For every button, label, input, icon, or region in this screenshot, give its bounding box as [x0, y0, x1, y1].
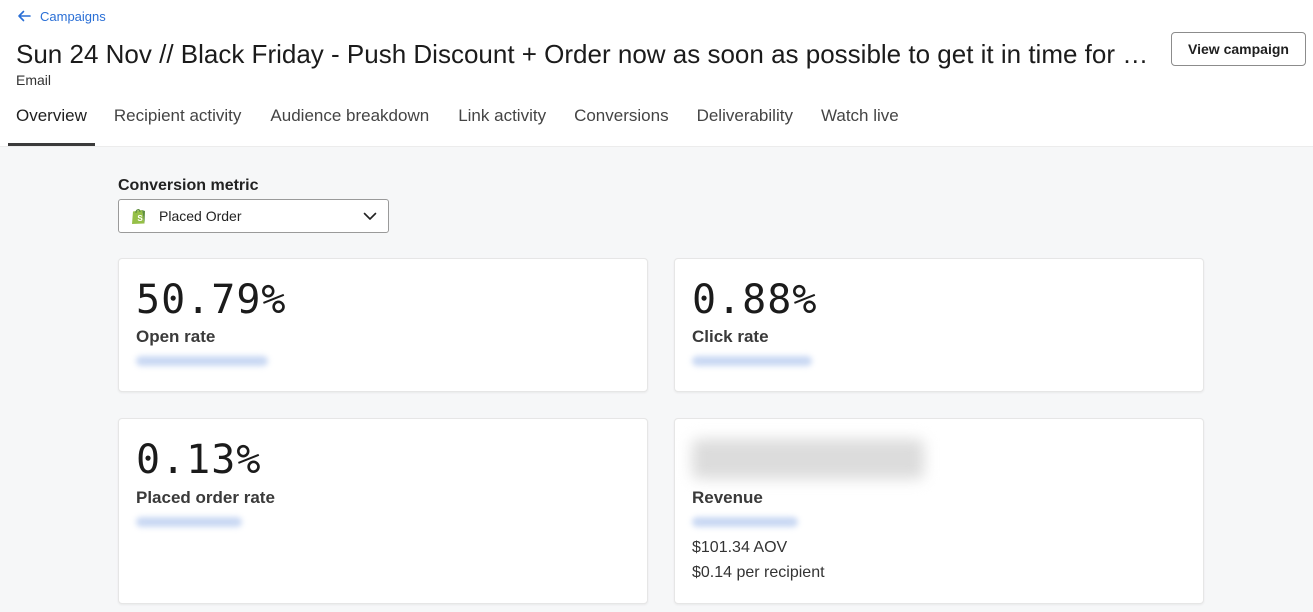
view-campaign-button[interactable]: View campaign	[1171, 32, 1306, 66]
tab-bar: Overview Recipient activity Audience bre…	[0, 100, 899, 146]
conversion-metric-value: Placed Order	[159, 208, 242, 224]
back-to-campaigns-link[interactable]: Campaigns	[16, 7, 106, 25]
redacted-detail	[692, 356, 812, 366]
conversion-metric-label: Conversion metric	[118, 177, 259, 194]
revenue-per-recipient-text: $0.14 per recipient	[692, 564, 825, 581]
aov-text: $101.34 AOV	[692, 539, 788, 556]
tab-overview[interactable]: Overview	[8, 100, 95, 146]
back-link-label[interactable]: Campaigns	[40, 9, 106, 24]
click-rate-value: 0.88%	[692, 277, 818, 323]
redacted-detail	[136, 356, 268, 366]
page-title: Sun 24 Nov // Black Friday - Push Discou…	[16, 39, 1156, 69]
tab-link-activity[interactable]: Link activity	[458, 100, 546, 146]
chevron-down-icon	[363, 212, 377, 220]
click-rate-label: Click rate	[692, 327, 769, 346]
svg-text:S: S	[137, 214, 143, 223]
open-rate-label: Open rate	[136, 327, 216, 346]
placed-order-rate-value: 0.13%	[136, 437, 262, 483]
redacted-revenue-value	[692, 439, 924, 479]
click-rate-card: 0.88% Click rate	[674, 258, 1204, 392]
page-header: Campaigns Sun 24 Nov // Black Friday - P…	[0, 0, 1313, 146]
tab-audience-breakdown[interactable]: Audience breakdown	[270, 100, 429, 146]
redacted-detail	[136, 517, 242, 527]
overview-content: Conversion metric S Placed Order 50.79% …	[0, 146, 1313, 612]
open-rate-value: 50.79%	[136, 277, 287, 323]
placed-order-rate-card: 0.13% Placed order rate	[118, 418, 648, 604]
campaign-channel: Email	[16, 72, 52, 88]
revenue-card: Revenue $101.34 AOV $0.14 per recipient	[674, 418, 1204, 604]
tab-deliverability[interactable]: Deliverability	[697, 100, 793, 146]
tab-watch-live[interactable]: Watch live	[821, 100, 899, 146]
arrow-left-icon	[18, 10, 31, 22]
tab-conversions[interactable]: Conversions	[574, 100, 669, 146]
shopify-bag-icon: S	[132, 209, 145, 224]
placed-order-rate-label: Placed order rate	[136, 488, 275, 507]
tab-recipient-activity[interactable]: Recipient activity	[114, 100, 242, 146]
open-rate-card: 50.79% Open rate	[118, 258, 648, 392]
revenue-label: Revenue	[692, 488, 763, 507]
conversion-metric-select[interactable]: S Placed Order	[118, 199, 389, 233]
redacted-detail	[692, 517, 798, 527]
